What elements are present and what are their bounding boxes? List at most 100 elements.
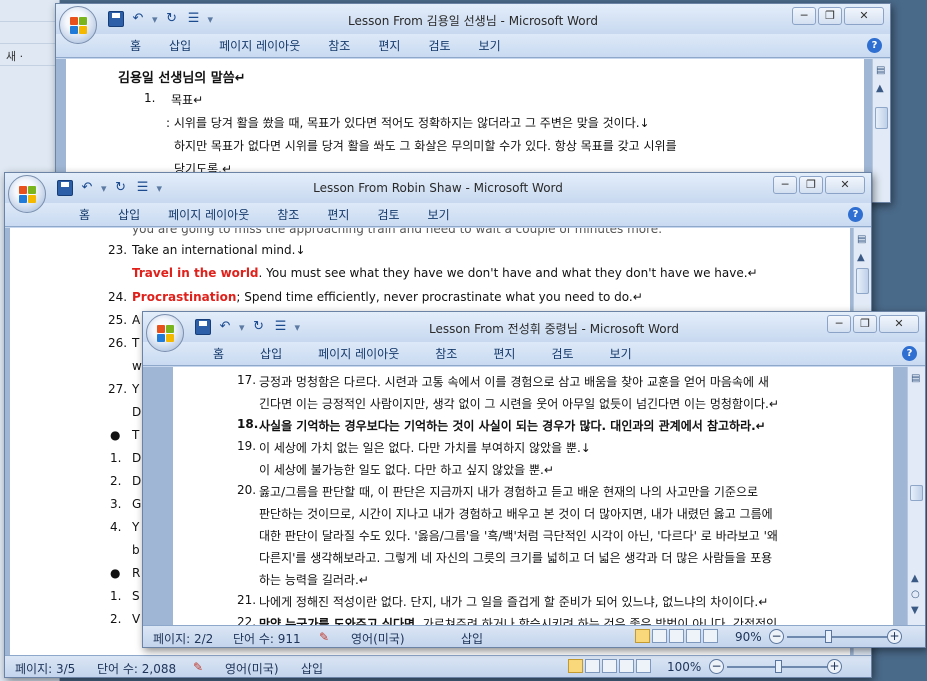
zoom-out-button[interactable]: − <box>709 659 724 674</box>
close-button[interactable]: ✕ <box>844 7 884 25</box>
vertical-scrollbar[interactable]: ▤ ▲ <box>872 59 890 202</box>
scroll-up-icon[interactable]: ▲ <box>876 83 884 94</box>
zoom-in-button[interactable]: + <box>887 629 902 644</box>
page-indicator[interactable]: 페이지: 3/5 <box>15 660 75 677</box>
scroll-up-icon[interactable]: ▲ <box>857 252 865 263</box>
tab-home[interactable]: 홈 <box>65 203 104 227</box>
tab-references[interactable]: 참조 <box>417 342 475 366</box>
list-item: D <box>132 474 142 488</box>
ruler-toggle-icon[interactable]: ▤ <box>876 65 885 76</box>
zoom-slider-track[interactable] <box>787 636 887 638</box>
zoom-slider-knob[interactable] <box>825 630 832 643</box>
list-item: Y <box>132 520 140 534</box>
scroll-thumb[interactable] <box>910 485 923 501</box>
help-icon[interactable]: ? <box>848 207 863 222</box>
tab-insert[interactable]: 삽입 <box>104 203 154 227</box>
office-button[interactable] <box>146 314 184 352</box>
ruler-toggle-icon[interactable]: ▤ <box>857 234 866 245</box>
language-indicator[interactable]: 영어(미국) <box>225 660 279 677</box>
scroll-thumb[interactable] <box>856 268 869 294</box>
outline-icon[interactable] <box>619 659 634 673</box>
outline-icon[interactable] <box>686 629 701 643</box>
tab-mailings[interactable]: 편지 <box>313 203 363 227</box>
tab-view[interactable]: 보기 <box>465 34 515 58</box>
draft-icon[interactable] <box>703 629 718 643</box>
list-item: D <box>132 451 142 465</box>
print-layout-icon[interactable] <box>635 629 650 643</box>
previous-page-icon[interactable]: ▲ <box>911 573 919 584</box>
tab-page-layout[interactable]: 페이지 레이아웃 <box>205 34 314 58</box>
minimize-button[interactable]: ─ <box>827 315 851 333</box>
help-icon[interactable]: ? <box>902 346 917 361</box>
spelling-icon[interactable]: ✎ <box>319 630 329 644</box>
zoom-out-button[interactable]: − <box>769 629 784 644</box>
word-count[interactable]: 단어 수: 911 <box>233 630 301 647</box>
ribbon-tabs: 홈 삽입 페이지 레이아웃 참조 편지 검토 보기 ? <box>56 34 890 58</box>
list-item: V <box>132 612 141 626</box>
tab-references[interactable]: 참조 <box>263 203 313 227</box>
insert-mode[interactable]: 삽입 <box>461 630 483 647</box>
minimize-button[interactable]: ─ <box>792 7 816 25</box>
tab-insert[interactable]: 삽입 <box>242 342 300 366</box>
restore-button[interactable]: ❐ <box>818 7 842 25</box>
zoom-level[interactable]: 100% <box>667 660 701 674</box>
restore-button[interactable]: ❐ <box>799 176 823 194</box>
zoom-slider-knob[interactable] <box>775 660 782 673</box>
minimize-button[interactable]: ─ <box>773 176 797 194</box>
vertical-scrollbar[interactable]: ▤ ▲ ○ ▼ <box>907 367 925 625</box>
tab-home[interactable]: 홈 <box>195 342 242 366</box>
emphasis-text: Travel in the world <box>132 266 259 280</box>
office-button[interactable] <box>59 6 97 44</box>
tab-mailings[interactable]: 편지 <box>475 342 533 366</box>
ruler-toggle-icon[interactable]: ▤ <box>911 373 920 384</box>
print-layout-icon[interactable] <box>568 659 583 673</box>
tab-page-layout[interactable]: 페이지 레이아웃 <box>300 342 417 366</box>
tab-view[interactable]: 보기 <box>592 342 650 366</box>
paragraph-line-partial: you are going to miss the approaching tr… <box>132 228 663 236</box>
tab-home[interactable]: 홈 <box>116 34 155 58</box>
web-layout-icon[interactable] <box>669 629 684 643</box>
list-item: w <box>132 359 142 373</box>
list-number: 25. <box>108 313 128 327</box>
help-icon[interactable]: ? <box>867 38 882 53</box>
tab-references[interactable]: 참조 <box>314 34 364 58</box>
tab-view[interactable]: 보기 <box>414 203 464 227</box>
list-number: 1. <box>110 589 122 603</box>
office-logo-icon <box>19 186 37 204</box>
list-item: S <box>132 589 140 603</box>
full-screen-reading-icon[interactable] <box>585 659 600 673</box>
word-count[interactable]: 단어 수: 2,088 <box>97 660 176 677</box>
scroll-thumb[interactable] <box>875 107 888 129</box>
page-indicator[interactable]: 페이지: 2/2 <box>153 630 213 647</box>
tab-page-layout[interactable]: 페이지 레이아웃 <box>154 203 263 227</box>
tab-review[interactable]: 검토 <box>533 342 591 366</box>
list-item: D <box>132 405 142 419</box>
close-button[interactable]: ✕ <box>879 315 919 333</box>
full-screen-reading-icon[interactable] <box>652 629 667 643</box>
web-layout-icon[interactable] <box>602 659 617 673</box>
bullet: ● <box>110 428 121 442</box>
office-logo-icon <box>70 17 88 35</box>
restore-button[interactable]: ❐ <box>853 315 877 333</box>
insert-mode[interactable]: 삽입 <box>301 660 323 677</box>
next-page-icon[interactable]: ▼ <box>911 605 919 616</box>
office-logo-icon <box>157 325 175 343</box>
spelling-icon[interactable]: ✎ <box>193 660 203 674</box>
select-browse-object-icon[interactable]: ○ <box>911 589 920 600</box>
list-item-line: Procrastination; Spend time efficiently,… <box>132 290 643 304</box>
language-indicator[interactable]: 영어(미국) <box>351 630 405 647</box>
tab-review[interactable]: 검토 <box>363 203 413 227</box>
office-button[interactable] <box>8 175 46 213</box>
tab-insert[interactable]: 삽입 <box>155 34 205 58</box>
zoom-in-button[interactable]: + <box>827 659 842 674</box>
draft-icon[interactable] <box>636 659 651 673</box>
close-button[interactable]: ✕ <box>825 176 865 194</box>
document-page[interactable]: 17. 긍정과 멍청함은 다르다. 시련과 고통 속에서 이를 경험으로 삼고 … <box>173 367 893 625</box>
tab-review[interactable]: 검토 <box>414 34 464 58</box>
tab-mailings[interactable]: 편지 <box>364 34 414 58</box>
list-number: 17. <box>237 373 257 387</box>
list-item-title: 목표↵ <box>171 93 204 107</box>
background-menu-item[interactable]: 새 · <box>0 44 59 66</box>
zoom-level[interactable]: 90% <box>735 630 762 644</box>
list-item: 대한 판단이 달라질 수도 있다. '옳음/그름'을 '흑/백'처럼 극단적인 … <box>259 529 778 543</box>
